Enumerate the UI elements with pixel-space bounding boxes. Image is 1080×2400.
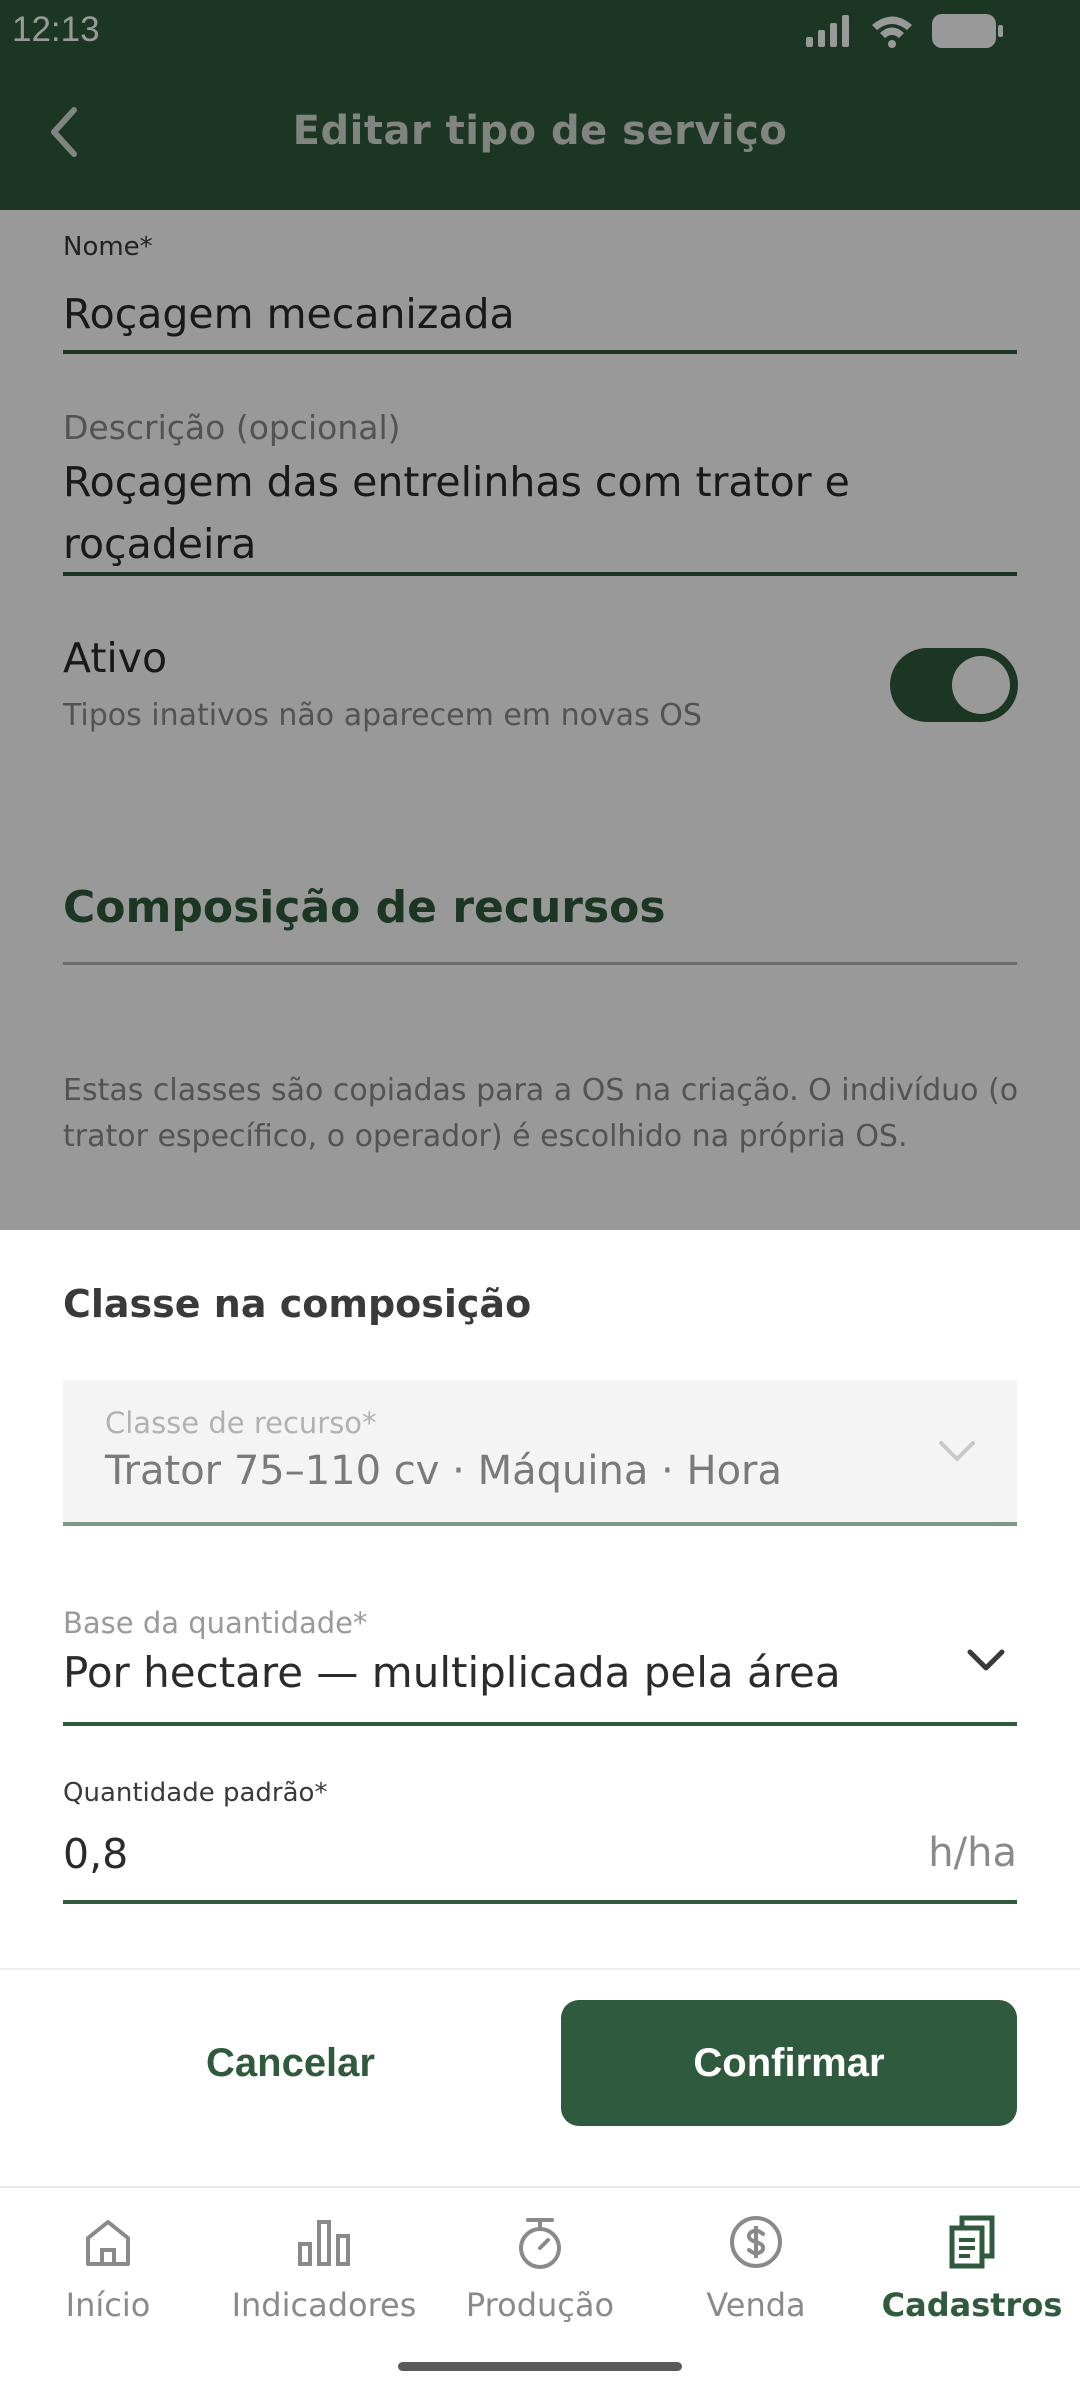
chevron-down-icon — [939, 1441, 975, 1461]
cancel-button[interactable]: Cancelar — [63, 2000, 518, 2126]
nav-item-venda[interactable]: Venda — [648, 2212, 864, 2362]
sheet-divider — [0, 1968, 1080, 1970]
sheet-title: Classe na composição — [63, 1282, 532, 1326]
bottom-sheet: Classe na composição Classe de recurso* … — [0, 1230, 1080, 2230]
nav-label-producao: Produção — [465, 2286, 615, 2324]
scrim-top — [0, 0, 1080, 210]
dollar-icon — [730, 2216, 782, 2268]
modal-scrim[interactable] — [0, 210, 1080, 1230]
nav-label-indicadores: Indicadores — [231, 2286, 417, 2324]
documents-icon — [949, 2215, 995, 2269]
home-indicator[interactable] — [398, 2362, 682, 2371]
nav-label-venda: Venda — [706, 2286, 806, 2324]
resource-class-select: Classe de recurso* Trator 75–110 cv · Má… — [63, 1380, 1017, 1526]
home-icon — [86, 2220, 130, 2266]
nav-item-producao[interactable]: Produção — [432, 2212, 648, 2362]
chevron-down-icon[interactable] — [964, 1640, 1008, 1680]
scale-icon — [519, 2218, 561, 2269]
bar-chart-icon — [298, 2220, 350, 2266]
nav-item-inicio[interactable]: Início — [0, 2212, 216, 2362]
default-quantity-input[interactable]: 0,8 — [63, 1830, 128, 1878]
confirm-button[interactable]: Confirmar — [561, 2000, 1017, 2126]
resource-class-value: Trator 75–110 cv · Máquina · Hora — [105, 1448, 782, 1494]
nav-label-cadastros: Cadastros — [881, 2286, 1063, 2324]
default-quantity-label: Quantidade padrão* — [63, 1778, 328, 1808]
nav-label-inicio: Início — [65, 2286, 151, 2324]
quantity-base-label: Base da quantidade* — [63, 1606, 368, 1640]
default-quantity-unit: h/ha — [928, 1830, 1017, 1876]
nav-item-cadastros[interactable]: Cadastros — [864, 2212, 1080, 2362]
resource-class-label: Classe de recurso* — [105, 1406, 377, 1440]
nav-item-indicadores[interactable]: Indicadores — [216, 2212, 432, 2362]
resource-class-underline — [63, 1522, 1017, 1526]
quantity-base-underline — [63, 1722, 1017, 1726]
quantity-base-value[interactable]: Por hectare — multiplicada pela área — [63, 1648, 841, 1697]
default-quantity-underline — [63, 1900, 1017, 1904]
